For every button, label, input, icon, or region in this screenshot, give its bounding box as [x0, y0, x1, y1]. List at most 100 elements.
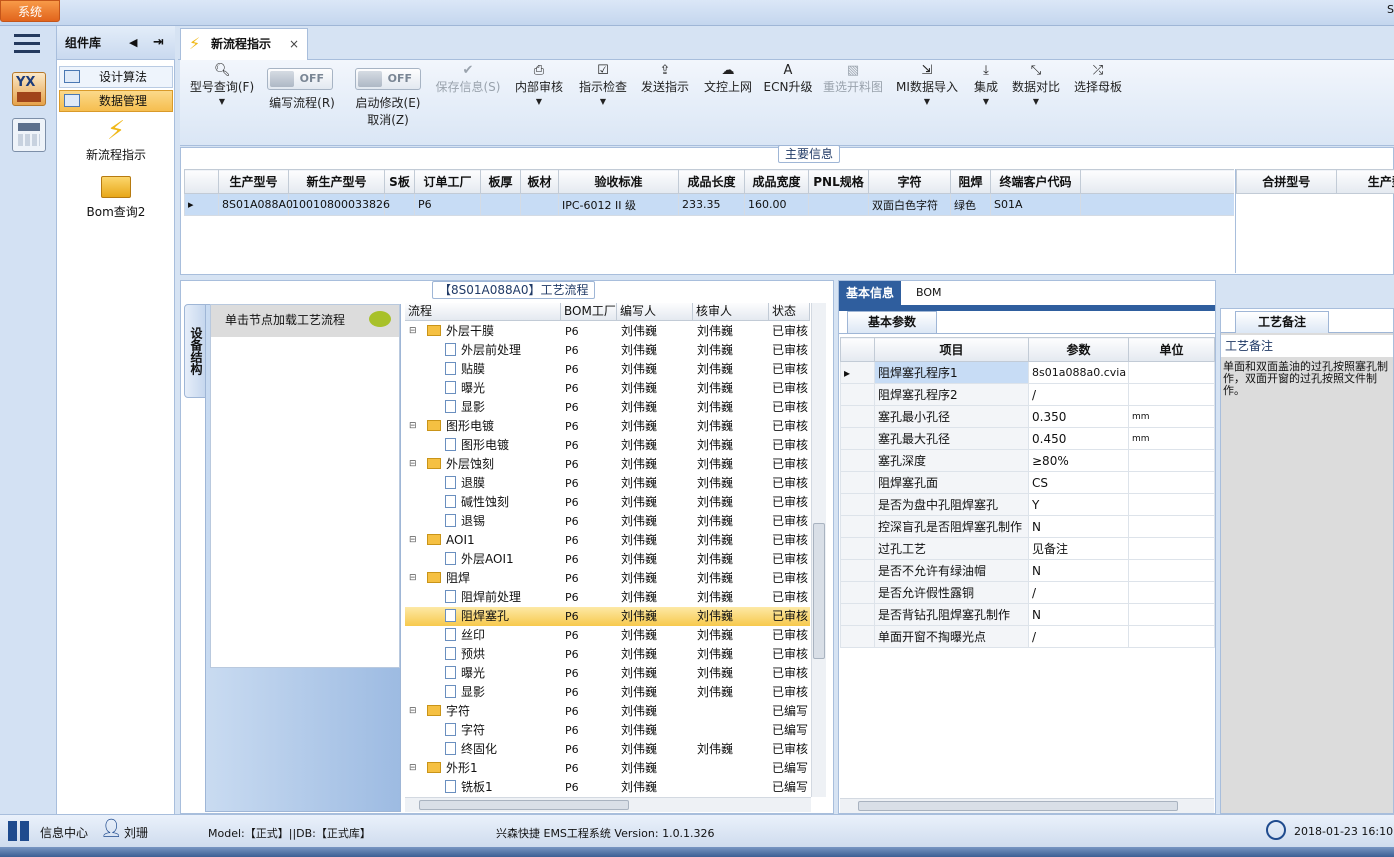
dropdown-arrow-icon[interactable]: ▼	[576, 97, 630, 106]
main-cell[interactable]: 10010800033826	[288, 193, 390, 216]
main-col-header[interactable]: 终端客户代码	[990, 169, 1081, 194]
param-row[interactable]: 是否背钻孔阻焊塞孔制作 N	[840, 603, 1215, 626]
col-header-writer[interactable]: 编写人	[617, 303, 693, 321]
tree-row[interactable]: 曝光 P6 刘伟巍 刘伟巍 已审核	[405, 379, 810, 398]
tree-node[interactable]: 阻焊塞孔	[445, 607, 509, 626]
col-header-flow[interactable]: 流程	[405, 303, 561, 321]
param-row[interactable]: 塞孔深度 ≥80%	[840, 449, 1215, 472]
tree-node[interactable]: 预烘	[445, 645, 485, 664]
main-cell[interactable]	[808, 193, 869, 216]
nav-item-design-algorithm[interactable]: 设计算法	[59, 66, 173, 88]
system-menu-button[interactable]: 系统	[0, 0, 60, 22]
col-header-status[interactable]: 状态	[769, 303, 810, 321]
tree-node[interactable]: 贴膜	[445, 360, 485, 379]
load-process-button[interactable]: 单击节点加载工艺流程	[211, 305, 399, 337]
main-cell[interactable]: 160.00	[744, 193, 809, 216]
tree-row[interactable]: 外层AOI1 P6 刘伟巍 刘伟巍 已审核	[405, 550, 810, 569]
notes-text[interactable]: 单面和双面盖油的过孔按照塞孔制作，双面开窗的过孔按照文件制作。	[1223, 361, 1393, 397]
mi-import-button[interactable]: ⇲ MI数据导入 ▼	[894, 60, 960, 107]
tree-node[interactable]: 显影	[445, 398, 485, 417]
param-cell-param[interactable]: Y	[1028, 493, 1129, 516]
main-cell[interactable]: P6	[414, 193, 481, 216]
tree-row[interactable]: ⊟ AOI1 P6 刘伟巍 刘伟巍 已审核	[405, 531, 810, 550]
main-col-header[interactable]: 生产型号	[218, 169, 289, 194]
dropdown-arrow-icon[interactable]: ▼	[968, 97, 1004, 106]
main-cell[interactable]: IPC-6012 II 级	[558, 193, 679, 216]
tab-bom[interactable]: BOM	[909, 281, 949, 305]
tree-row[interactable]: 终固化 P6 刘伟巍 刘伟巍 已审核	[405, 740, 810, 759]
ecn-upgrade-button[interactable]: A ECN升级	[762, 60, 814, 95]
tree-node[interactable]: ⊟ 图形电镀	[409, 417, 494, 436]
collapse-toggle-icon[interactable]: ⊟	[409, 322, 417, 341]
param-cell-param[interactable]: N	[1028, 559, 1129, 582]
tree-row[interactable]: ⊟ 字符 P6 刘伟巍 已编写	[405, 702, 810, 721]
tile-new-flow-guide[interactable]: ⚡ 新流程指示	[57, 116, 175, 163]
tree-node[interactable]: 阻焊前处理	[445, 588, 521, 607]
tree-row[interactable]: 碱性蚀刻 P6 刘伟巍 刘伟巍 已审核	[405, 493, 810, 512]
tree-node[interactable]: 退膜	[445, 474, 485, 493]
doc-upload-button[interactable]: ☁ 文控上网	[701, 60, 755, 95]
main-col-header[interactable]: 验收标准	[558, 169, 679, 194]
pin-panel-icon[interactable]: ⇥	[153, 26, 164, 60]
tree-row[interactable]: 图形电镀 P6 刘伟巍 刘伟巍 已审核	[405, 436, 810, 455]
col-header-unit[interactable]: 单位	[1128, 337, 1215, 362]
collapse-toggle-icon[interactable]: ⊟	[409, 702, 417, 721]
tree-node[interactable]: 铣板1	[445, 778, 493, 797]
integrate-button[interactable]: ⤓ 集成 ▼	[968, 60, 1004, 107]
tree-node[interactable]: 曝光	[445, 379, 485, 398]
tree-row[interactable]: 退膜 P6 刘伟巍 刘伟巍 已审核	[405, 474, 810, 493]
nav-item-data-management[interactable]: 数据管理	[59, 90, 173, 112]
tree-node[interactable]: ⊟ 外形1	[409, 759, 478, 778]
subtab-basic-params[interactable]: 基本参数	[847, 311, 937, 333]
param-row[interactable]: 是否不允许有绿油帽 N	[840, 559, 1215, 582]
main-col-header[interactable]: 新生产型号	[288, 169, 385, 194]
main-cell[interactable]: 绿色	[950, 193, 991, 216]
tree-vertical-scrollbar[interactable]	[811, 303, 826, 797]
param-cell-param[interactable]: /	[1028, 581, 1129, 604]
save-info-button[interactable]: ✔ 保存信息(S)	[432, 60, 504, 95]
main-col-header[interactable]: 板厚	[480, 169, 521, 194]
tree-row[interactable]: ⊟ 图形电镀 P6 刘伟巍 刘伟巍 已审核	[405, 417, 810, 436]
param-row[interactable]: 控深盲孔是否阻焊塞孔制作 N	[840, 515, 1215, 538]
tree-node[interactable]: ⊟ 外层干膜	[409, 322, 494, 341]
param-row[interactable]: 阻焊塞孔面 CS	[840, 471, 1215, 494]
main-col-header[interactable]: 板材	[520, 169, 559, 194]
factory-logo-icon[interactable]: YX	[12, 72, 46, 106]
dropdown-arrow-icon[interactable]: ▼	[186, 97, 258, 106]
scroll-thumb[interactable]	[813, 523, 825, 659]
tree-node[interactable]: ⊟ 外层蚀刻	[409, 455, 494, 474]
tree-row[interactable]: ⊟ 外层蚀刻 P6 刘伟巍 刘伟巍 已审核	[405, 455, 810, 474]
param-row[interactable]: 阻焊塞孔程序2/	[840, 383, 1215, 406]
scroll-thumb[interactable]	[858, 801, 1178, 811]
info-center-link[interactable]: 信息中心	[40, 824, 88, 841]
dropdown-arrow-icon[interactable]: ▼	[894, 97, 960, 106]
main-col-header[interactable]: 订单工厂	[414, 169, 481, 194]
tab-equipment-structure[interactable]: 设备结构	[184, 304, 206, 398]
param-horizontal-scrollbar[interactable]	[840, 798, 1214, 813]
close-icon[interactable]: ×	[289, 29, 299, 59]
main-col-header[interactable]: 字符	[868, 169, 951, 194]
tree-row[interactable]: 外层前处理 P6 刘伟巍 刘伟巍 已审核	[405, 341, 810, 360]
tree-node[interactable]: ⊟ 阻焊	[409, 569, 470, 588]
tree-node[interactable]: 外层AOI1	[445, 550, 514, 569]
internal-review-button[interactable]: ⎙ 内部审核 ▼	[512, 60, 566, 107]
param-cell-param[interactable]: N	[1028, 515, 1129, 538]
param-row[interactable]: 塞孔最大孔径 0.450 mm	[840, 427, 1215, 450]
tree-node[interactable]: 曝光	[445, 664, 485, 683]
tile-bom-query[interactable]: Bom查询2	[57, 176, 175, 220]
tree-node[interactable]: 外层前处理	[445, 341, 521, 360]
tree-row[interactable]: 字符 P6 刘伟巍 已编写	[405, 721, 810, 740]
tree-row[interactable]: 阻焊前处理 P6 刘伟巍 刘伟巍 已审核	[405, 588, 810, 607]
edit-flow-toggle[interactable]: OFF	[267, 68, 333, 90]
dropdown-arrow-icon[interactable]: ▼	[512, 97, 566, 106]
tree-node[interactable]: 丝印	[445, 626, 485, 645]
tree-row[interactable]: 退锡 P6 刘伟巍 刘伟巍 已审核	[405, 512, 810, 531]
param-cell-param[interactable]: CS	[1028, 471, 1129, 494]
hamburger-menu-icon[interactable]	[14, 34, 40, 54]
tree-node[interactable]: 显影	[445, 683, 485, 702]
tab-process-notes[interactable]: 工艺备注	[1235, 311, 1329, 333]
scroll-thumb[interactable]	[419, 800, 629, 810]
tree-node[interactable]: ⊟ AOI1	[409, 531, 475, 550]
tree-row[interactable]: 丝印 P6 刘伟巍 刘伟巍 已审核	[405, 626, 810, 645]
param-cell-param[interactable]: 8s01a088a0.cvia	[1028, 361, 1129, 384]
